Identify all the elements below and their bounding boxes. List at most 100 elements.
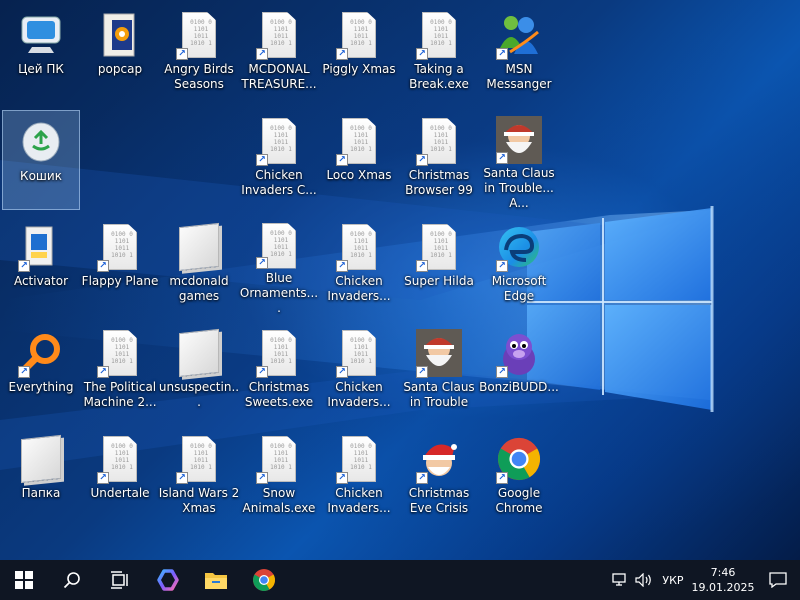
start-icon [15,571,33,589]
santa-claus-icon: ↗ [414,328,464,378]
binary-file-icon: 0100 0 1101 1011 1010 1 ↗ [334,116,384,166]
bonzi-buddy-icon: ↗ [494,328,544,378]
desktop-icon-6[interactable]: 0100 0 1101 1011 1010 1 ↗ Taking a Break.exe [400,4,478,104]
desktop-icon-4[interactable]: 0100 0 1101 1011 1010 1 ↗ MCDONAL TREASURE... [240,4,318,104]
desktop-icon-30[interactable]: 0100 0 1101 1011 1010 1 ↗ Snow Animals.exe [240,428,318,528]
task-view-button[interactable] [96,560,144,600]
everything-search-icon: ↗ [16,328,66,378]
desktop-icon-label: Taking a Break.exe [409,62,469,91]
desktop-icon-27[interactable]: Папка [2,428,80,528]
folder-icon [16,434,66,484]
volume-button[interactable] [632,560,656,600]
desktop-icon-9[interactable]: 0100 0 1101 1011 1010 1 ↗ Chicken Invaders C.… [240,110,318,210]
binary-file-icon: 0100 0 1101 1011 1010 1 ↗ [254,10,304,60]
desktop-icon-24[interactable]: 0100 0 1101 1011 1010 1 ↗ Chicken Invaders... [320,322,398,422]
desktop-icon-label: Chicken Invaders... [327,486,391,515]
desktop-icon-19[interactable]: ↗ Microsoft Edge [480,216,558,316]
copilot-button[interactable] [144,560,192,600]
desktop-icon-label: Microsoft Edge [491,274,547,303]
desktop-icon-label: MSN Messanger [486,62,552,91]
desktop-icon-2[interactable]: popcap [81,4,159,104]
desktop-icon-21[interactable]: 0100 0 1101 1011 1010 1 ↗ The Political Machi… [81,322,159,422]
desktop-icon-label: Santa Claus in Trouble... A... [483,166,555,210]
folder-icon [174,328,224,378]
folder-icon [174,222,224,272]
desktop-icon-32[interactable]: ↗ Christmas Eve Crisis [400,428,478,528]
santa-claus-icon: ↗ [494,116,544,164]
desktop-icon-22[interactable]: unsuspectin... [158,322,240,422]
desktop-icon-label: unsuspectin... [158,380,240,409]
popcap-icon [95,10,145,60]
desktop-icon-15[interactable]: mcdonald games [160,216,238,316]
binary-file-icon: 0100 0 1101 1011 1010 1 ↗ [334,222,384,272]
binary-file-icon: 0100 0 1101 1011 1010 1 ↗ [414,222,464,272]
desktop-icon-23[interactable]: 0100 0 1101 1011 1010 1 ↗ Christmas Sweets.ex… [240,322,318,422]
msn-messenger-icon: ↗ [494,10,544,60]
binary-file-icon: 0100 0 1101 1011 1010 1 ↗ [174,10,224,60]
edge-icon: ↗ [494,222,544,272]
binary-file-icon: 0100 0 1101 1011 1010 1 ↗ [254,222,304,269]
desktop-icon-3[interactable]: 0100 0 1101 1011 1010 1 ↗ Angry Birds Seasons [160,4,238,104]
desktop-icon-label: Angry Birds Seasons [164,62,234,91]
desktop-icon-25[interactable]: ↗ Santa Claus in Trouble [400,322,478,422]
binary-file-icon: 0100 0 1101 1011 1010 1 ↗ [95,222,145,272]
start-button[interactable] [0,560,48,600]
binary-file-icon: 0100 0 1101 1011 1010 1 ↗ [334,328,384,378]
desktop-icon-14[interactable]: 0100 0 1101 1011 1010 1 ↗ Flappy Plane [81,216,159,316]
desktop-icon-26[interactable]: ↗ BonziBUDD... [479,322,559,422]
binary-file-icon: 0100 0 1101 1011 1010 1 ↗ [95,434,145,484]
chrome-taskbar-button[interactable] [240,560,288,600]
desktop-icon-label: Chicken Invaders C... [241,168,317,197]
desktop-icon-label: Flappy Plane [81,274,159,288]
desktop-icon-label: Chicken Invaders... [327,274,391,303]
desktop-icon-11[interactable]: 0100 0 1101 1011 1010 1 ↗ Christmas Browser 9… [400,110,478,210]
desktop-icon-label: Super Hilda [404,274,474,288]
desktop-icon-label: BonziBUDD... [479,380,559,394]
network-icon [612,573,626,586]
notification-icon [769,572,787,588]
desktop-icon-8[interactable]: Кошик [2,110,80,210]
desktop-icon-7[interactable]: ↗ MSN Messanger [480,4,558,104]
desktop-icon-29[interactable]: 0100 0 1101 1011 1010 1 ↗ Island Wars 2 Xmas [159,428,239,528]
binary-file-icon: 0100 0 1101 1011 1010 1 ↗ [174,434,224,484]
binary-file-icon: 0100 0 1101 1011 1010 1 ↗ [334,10,384,60]
desktop-icon-17[interactable]: 0100 0 1101 1011 1010 1 ↗ Chicken Invaders... [320,216,398,316]
clock-date: 19.01.2025 [691,581,755,594]
desktop-icon-label: Everything [8,380,74,394]
desktop-icon-33[interactable]: ↗ Google Chrome [480,428,558,528]
desktop-icon-13[interactable]: ↗ Activator [2,216,80,316]
desktop-icon-label: Christmas Eve Crisis [408,486,470,515]
action-center-button[interactable] [756,560,800,600]
desktop-icon-label: Undertale [90,486,150,500]
desktop-icon-label: Snow Animals.exe [242,486,316,515]
desktop-icon-12[interactable]: ↗ Santa Claus in Trouble... A... [480,110,558,210]
desktop-icon-label: Piggly Xmas [322,62,396,76]
search-button[interactable] [48,560,96,600]
binary-file-icon: 0100 0 1101 1011 1010 1 ↗ [254,116,304,166]
desktop-icon-18[interactable]: 0100 0 1101 1011 1010 1 ↗ Super Hilda [400,216,478,316]
desktop-icon-label: mcdonald games [169,274,229,303]
desktop-icon-20[interactable]: ↗ Everything [2,322,80,422]
recycle-bin-icon [16,117,66,167]
desktop-icon-label: Google Chrome [495,486,543,515]
desktop-icon-label: Кошик [20,169,62,183]
desktop-icon-label: Цей ПК [18,62,64,76]
desktop-icon-10[interactable]: 0100 0 1101 1011 1010 1 ↗ Loco Xmas [320,110,398,210]
desktop-icon-16[interactable]: 0100 0 1101 1011 1010 1 ↗ Blue Ornaments.... [240,216,318,316]
desktop-icon-label: Папка [21,486,61,500]
binary-file-icon: 0100 0 1101 1011 1010 1 ↗ [414,116,464,166]
desktop-icon-label: Activator [13,274,69,288]
volume-icon [635,573,651,587]
santa-hat-icon: ↗ [414,434,464,484]
desktop-icon-label: MCDONAL TREASURE... [241,62,317,91]
clock-time: 7:46 [710,566,736,579]
desktop-icon-5[interactable]: 0100 0 1101 1011 1010 1 ↗ Piggly Xmas [320,4,398,104]
desktop-icon-1[interactable]: Цей ПК [2,4,80,104]
desktop-icon-28[interactable]: 0100 0 1101 1011 1010 1 ↗ Undertale [81,428,159,528]
clock[interactable]: 7:46 19.01.2025 [690,560,756,600]
network-button[interactable] [608,560,632,600]
desktop-icon-label: Loco Xmas [326,168,392,182]
file-explorer-button[interactable] [192,560,240,600]
desktop-icon-31[interactable]: 0100 0 1101 1011 1010 1 ↗ Chicken Invaders... [320,428,398,528]
language-indicator[interactable]: УКР [656,560,690,600]
